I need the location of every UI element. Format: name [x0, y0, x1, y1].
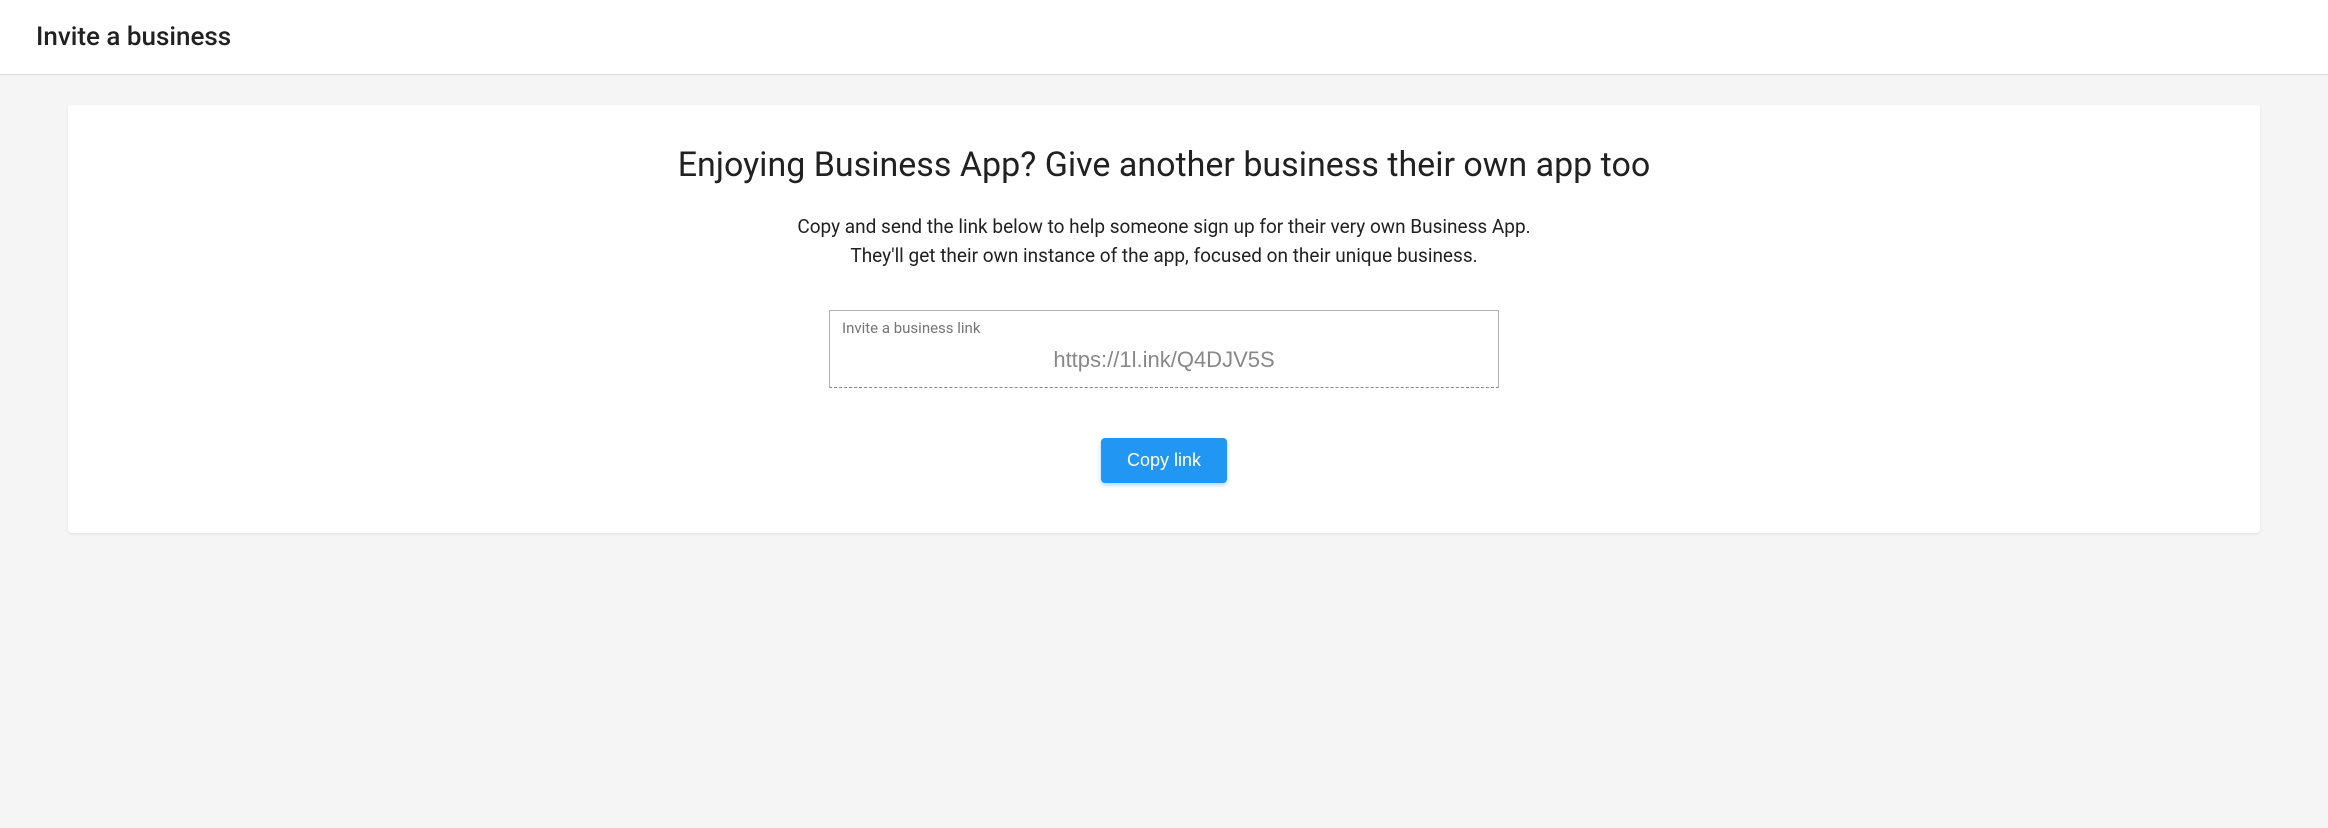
page-title: Invite a business: [36, 22, 2292, 52]
page-header: Invite a business: [0, 0, 2328, 75]
description-line-2: They'll get their own instance of the ap…: [850, 244, 1477, 267]
card-description: Copy and send the link below to help som…: [118, 213, 2210, 270]
invite-link-label: Invite a business link: [842, 319, 1486, 337]
invite-link-field-wrapper: Invite a business link: [829, 310, 1499, 388]
content-area: Enjoying Business App? Give another busi…: [0, 75, 2328, 563]
invite-link-input[interactable]: [842, 347, 1486, 373]
invite-card: Enjoying Business App? Give another busi…: [68, 105, 2260, 533]
copy-link-button[interactable]: Copy link: [1101, 438, 1227, 483]
description-line-1: Copy and send the link below to help som…: [797, 215, 1530, 238]
card-heading: Enjoying Business App? Give another busi…: [118, 145, 2210, 185]
